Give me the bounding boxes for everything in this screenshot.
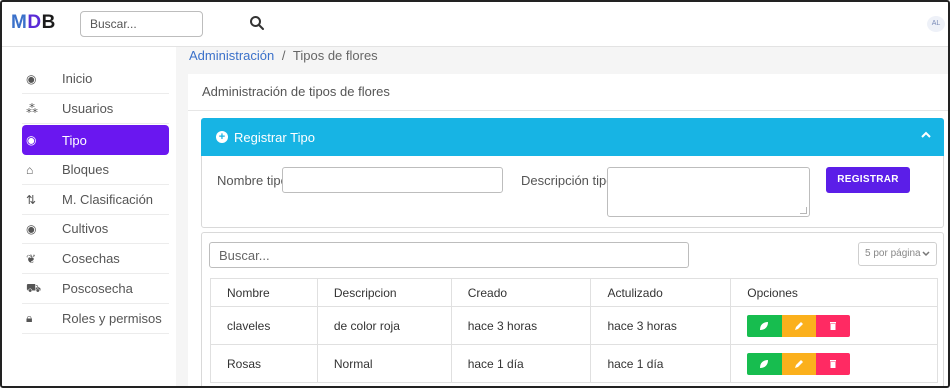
view-button[interactable] xyxy=(747,352,782,375)
cell-creado: hace 3 horas xyxy=(450,306,592,345)
descripcion-tipo-textarea[interactable] xyxy=(607,167,810,217)
cell-actualizado: hace 1 día xyxy=(590,344,732,383)
chevron-up-icon[interactable] xyxy=(920,129,932,141)
users-icon: ⁂ xyxy=(26,101,38,116)
table-row: Rosas Normal hace 1 día hace 1 día xyxy=(210,344,938,383)
sidebar-item-bloques[interactable]: ⌂ Bloques xyxy=(22,155,169,185)
edit-button[interactable] xyxy=(781,352,816,375)
brand-logo[interactable]: MDB xyxy=(11,12,56,34)
sidebar-item-label: Inicio xyxy=(62,71,93,86)
column-header-creado[interactable]: Creado xyxy=(450,278,592,307)
per-page-select[interactable]: 5 por página xyxy=(858,242,937,266)
logo-letter-m: M xyxy=(11,12,28,33)
register-panel-header[interactable]: + Registrar Tipo xyxy=(201,118,944,156)
user-avatar[interactable]: AL xyxy=(927,16,945,32)
nombre-tipo-input[interactable] xyxy=(282,167,503,193)
page-title: Administración de tipos de flores xyxy=(202,84,390,99)
cell-creado: hace 1 día xyxy=(450,344,592,383)
descripcion-tipo-label: Descripción tipo xyxy=(521,173,614,188)
column-header-opciones: Opciones xyxy=(730,278,938,307)
sidebar-item-roles[interactable]: 🔒︎ Roles y permisos xyxy=(22,304,169,334)
trash-icon xyxy=(830,321,837,330)
leaf-icon xyxy=(760,359,769,368)
tractor-icon: ⛟ xyxy=(26,280,42,295)
resize-handle-icon[interactable] xyxy=(800,207,807,214)
sort-icon: ⇅ xyxy=(26,192,37,207)
plus-circle-icon: + xyxy=(216,131,228,143)
cell-opciones xyxy=(730,344,938,383)
sidebar-item-inicio[interactable]: ◉ Inicio xyxy=(22,64,169,94)
column-header-actualizado[interactable]: Actulizado xyxy=(590,278,732,307)
gauge-icon: ◉ xyxy=(26,71,37,86)
logo-letter-b: B xyxy=(41,12,56,33)
cell-nombre: Rosas xyxy=(210,344,318,383)
sidebar: ◉ Inicio ⁂ Usuarios ◉ Tipo ⌂ Bloques ⇅ M… xyxy=(2,47,176,386)
sidebar-item-label: Tipo xyxy=(62,132,87,148)
sidebar-item-label: Usuarios xyxy=(62,101,114,116)
breadcrumb-current: Tipos de flores xyxy=(292,48,378,63)
divider xyxy=(188,110,948,111)
table-row: claveles de color roja hace 3 horas hace… xyxy=(210,306,938,345)
top-navbar: MDB AL xyxy=(2,2,948,47)
cell-opciones xyxy=(730,306,938,345)
trash-icon xyxy=(830,359,837,368)
gauge-icon: ◉ xyxy=(26,221,37,236)
edit-button[interactable] xyxy=(781,314,816,337)
sidebar-item-cultivos[interactable]: ◉ Cultivos xyxy=(22,214,169,244)
row-actions xyxy=(747,314,851,337)
delete-button[interactable] xyxy=(815,314,851,337)
pencil-icon xyxy=(794,321,803,330)
search-icon[interactable] xyxy=(249,15,265,31)
column-header-descripcion[interactable]: Descripcion xyxy=(316,278,452,307)
breadcrumb-separator: / xyxy=(281,48,286,63)
registrar-button[interactable]: REGISTRAR xyxy=(826,167,910,193)
sidebar-item-label: M. Clasificación xyxy=(62,192,154,207)
breadcrumb: Administración / Tipos de flores xyxy=(189,48,378,63)
breadcrumb-link-administracion[interactable]: Administración xyxy=(189,48,274,63)
sidebar-item-clasificacion[interactable]: ⇅ M. Clasificación xyxy=(22,185,169,215)
pencil-icon xyxy=(794,359,803,368)
cell-nombre: claveles xyxy=(210,306,318,345)
chevron-down-icon xyxy=(922,251,930,257)
row-actions xyxy=(747,352,851,375)
register-panel-title: Registrar Tipo xyxy=(234,130,315,145)
sidebar-item-tipo[interactable]: ◉ Tipo xyxy=(22,125,169,155)
home-icon: ⌂ xyxy=(26,162,34,177)
leaf-icon: ❦ xyxy=(26,251,37,266)
global-search-input[interactable] xyxy=(80,11,203,37)
sidebar-item-label: Poscosecha xyxy=(62,281,133,296)
cell-descripcion: de color roja xyxy=(316,306,452,345)
delete-button[interactable] xyxy=(815,352,851,375)
sidebar-item-cosechas[interactable]: ❦ Cosechas xyxy=(22,244,169,274)
table-search-input[interactable] xyxy=(209,242,689,268)
gauge-icon: ◉ xyxy=(26,133,37,147)
table-header-row: Nombre Descripcion Creado Actulizado Opc… xyxy=(210,278,938,307)
logo-letter-d: D xyxy=(27,12,42,33)
lock-icon: 🔒︎ xyxy=(26,311,33,325)
view-button[interactable] xyxy=(747,314,782,337)
app-window: MDB AL ◉ Inicio ⁂ Usuarios ◉ Tipo ⌂ Bloq… xyxy=(0,0,950,388)
flower-types-table: Nombre Descripcion Creado Actulizado Opc… xyxy=(210,278,938,383)
column-header-nombre[interactable]: Nombre xyxy=(210,278,318,307)
per-page-value: 5 por página xyxy=(865,248,921,259)
sidebar-item-label: Cultivos xyxy=(62,221,109,236)
sidebar-item-label: Bloques xyxy=(62,162,109,177)
sidebar-item-label: Roles y permisos xyxy=(62,311,162,326)
leaf-icon xyxy=(760,321,769,330)
sidebar-item-poscosecha[interactable]: ⛟ Poscosecha xyxy=(22,274,169,304)
cell-descripcion: Normal xyxy=(316,344,452,383)
sidebar-item-label: Cosechas xyxy=(62,251,120,266)
nombre-tipo-label: Nombre tipo xyxy=(217,173,288,188)
cell-actualizado: hace 3 horas xyxy=(590,306,732,345)
sidebar-item-usuarios[interactable]: ⁂ Usuarios xyxy=(22,94,169,124)
